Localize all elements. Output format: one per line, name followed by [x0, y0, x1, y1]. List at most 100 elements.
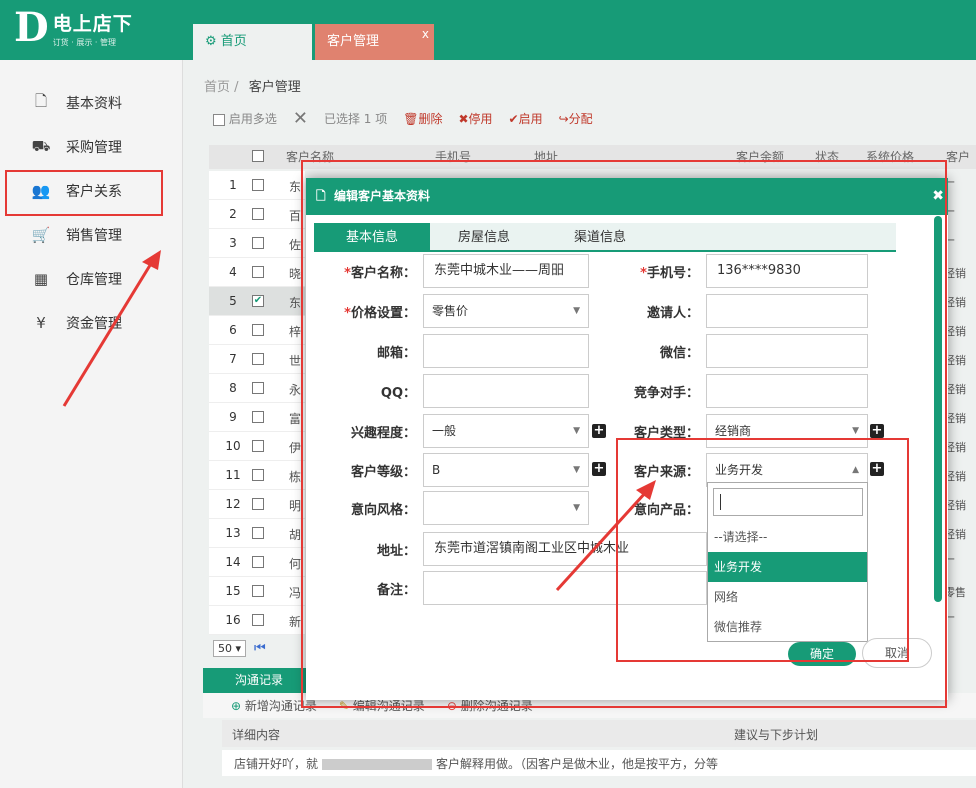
row-checkbox[interactable]: [252, 382, 264, 394]
row-checkbox[interactable]: [252, 208, 264, 220]
plus-circle-icon: ⊕: [231, 699, 242, 713]
assign-label: 分配: [568, 112, 593, 126]
logo-letter: D: [14, 4, 49, 51]
tab-customer-label: 客户管理: [327, 34, 380, 49]
yen-icon: ¥: [36, 314, 46, 332]
row-number: 16: [225, 613, 241, 627]
row-customer-type-fragment: 经销: [944, 383, 966, 396]
breadcrumb-home[interactable]: 首页: [204, 80, 230, 95]
blurred-text: [322, 759, 433, 770]
row-checkbox[interactable]: [252, 556, 264, 568]
row-number: 10: [225, 439, 241, 453]
select-all-checkbox[interactable]: [252, 150, 264, 162]
row-number: 13: [225, 526, 241, 540]
row-checkbox[interactable]: [252, 353, 264, 365]
sidebar-item-sales[interactable]: 🛒 销售管理: [30, 220, 122, 250]
tab-customer-management[interactable]: 客户管理 x: [315, 24, 434, 60]
row-customer-type-fragment: 经销: [944, 412, 966, 425]
brand-logo[interactable]: D 电上店下 订货 · 展示 · 管理: [14, 6, 133, 50]
row-customer-type-fragment: 厂: [944, 615, 955, 628]
multi-select-toggle[interactable]: 启用多选: [213, 110, 277, 127]
col-header-details: 详细内容: [232, 728, 281, 742]
table-row[interactable]: 16 新: [209, 606, 305, 635]
row-checkbox[interactable]: [252, 585, 264, 597]
enable-button[interactable]: ✔启用: [509, 110, 543, 127]
row-number: 8: [229, 381, 237, 395]
row-customer-type-fragment: 厂: [944, 209, 955, 222]
table-row[interactable]: 8永: [209, 374, 305, 403]
top-bar: D 电上店下 订货 · 展示 · 管理: [0, 0, 976, 60]
table-row[interactable]: 4晓: [209, 258, 305, 287]
row-customer-type-fragment: 经销: [944, 470, 966, 483]
breadcrumb-current: 客户管理: [248, 80, 301, 95]
row-number: 12: [225, 497, 241, 511]
comm-records-tab[interactable]: 沟通记录: [203, 668, 315, 693]
checkbox[interactable]: [213, 113, 225, 126]
row-checkbox[interactable]: [252, 324, 264, 336]
close-icon[interactable]: x: [422, 16, 429, 52]
trash-icon: 🗑: [403, 112, 419, 126]
table-row[interactable]: 11 栋: [209, 461, 305, 490]
selected-count: 已选择 1 项: [323, 112, 388, 126]
table-row[interactable]: 2百: [209, 200, 305, 229]
pager: 50 ▾ ⏮: [213, 640, 266, 657]
table-row[interactable]: 13 胡: [209, 519, 305, 548]
sidebar-item-label: 资金管理: [66, 316, 122, 332]
row-name-fragment: 胡: [289, 528, 302, 542]
sidebar-item-warehouse[interactable]: ▦ 仓库管理: [30, 264, 122, 294]
row-number: 6: [229, 323, 237, 337]
row-checkbox[interactable]: [252, 237, 264, 249]
tab-home-label: 首页: [220, 34, 247, 49]
brand-name: 电上店下: [52, 12, 133, 35]
disable-button[interactable]: ✖停用: [458, 110, 492, 127]
table-row[interactable]: 3佐: [209, 229, 305, 258]
tab-home[interactable]: ⚙ 首页: [193, 24, 312, 60]
assign-button[interactable]: ↪分配: [559, 110, 593, 127]
row-checkbox[interactable]: [252, 527, 264, 539]
row-checkbox[interactable]: [252, 614, 264, 626]
table-row[interactable]: 5 ✔ 东: [209, 287, 305, 316]
comm-table-row[interactable]: 店铺开好吖，就 客户解释用做。（因客户是做木业，他是按平方，分等: [222, 750, 976, 776]
table-row[interactable]: 15 冯: [209, 577, 305, 606]
row-checkbox[interactable]: [252, 266, 264, 278]
table-row[interactable]: 1东: [209, 171, 305, 200]
table-row[interactable]: 7世: [209, 345, 305, 374]
clear-selection-icon[interactable]: ✕: [293, 108, 308, 129]
sidebar-item-finance[interactable]: ¥ 资金管理: [30, 308, 122, 338]
delete-label: 删除: [418, 112, 443, 126]
row-name-fragment: 伊: [289, 441, 302, 455]
row-customer-type-fragment: 经销: [944, 325, 966, 338]
delete-button[interactable]: 🗑删除: [403, 110, 442, 127]
row-checkbox[interactable]: [252, 440, 264, 452]
row-number: 11: [225, 468, 241, 482]
settings-icon: ⚙: [205, 34, 217, 49]
row-checkbox[interactable]: [252, 411, 264, 423]
row-customer-type-fragment: 厂: [944, 557, 955, 570]
table-row[interactable]: 14 何: [209, 548, 305, 577]
table-row[interactable]: 10 伊: [209, 432, 305, 461]
comm-table-header: 详细内容 建议与下步计划: [222, 720, 976, 747]
enable-label: 启用: [518, 112, 543, 126]
comm-text-start: 店铺开好吖，就: [234, 757, 319, 771]
table-row[interactable]: 9富: [209, 403, 305, 432]
row-customer-type-fragment: 经销: [944, 296, 966, 309]
row-name-fragment: 梓: [289, 325, 302, 339]
row-customer-type-fragment: 经销: [944, 499, 966, 512]
table-row[interactable]: 12 明: [209, 490, 305, 519]
sidebar-item-purchase[interactable]: ⛟ 采购管理: [30, 132, 122, 162]
row-name-fragment: 晓: [289, 267, 302, 281]
row-checkbox[interactable]: [252, 469, 264, 481]
first-page-icon[interactable]: ⏮: [254, 641, 266, 656]
sidebar-item-basic-info[interactable]: 🗋 基本资料: [30, 88, 122, 118]
table-row[interactable]: 6梓: [209, 316, 305, 345]
row-number: 1: [229, 178, 237, 192]
row-checkbox[interactable]: [252, 498, 264, 510]
row-number: 3: [229, 236, 237, 250]
col-header-customer[interactable]: 客户: [946, 148, 970, 165]
row-checkbox[interactable]: ✔: [252, 295, 264, 307]
row-checkbox[interactable]: [252, 179, 264, 191]
row-name-fragment: 栋: [289, 470, 302, 484]
page-size-select[interactable]: 50 ▾: [213, 640, 247, 657]
row-number: 9: [229, 410, 237, 424]
row-name-fragment: 世: [289, 354, 302, 368]
